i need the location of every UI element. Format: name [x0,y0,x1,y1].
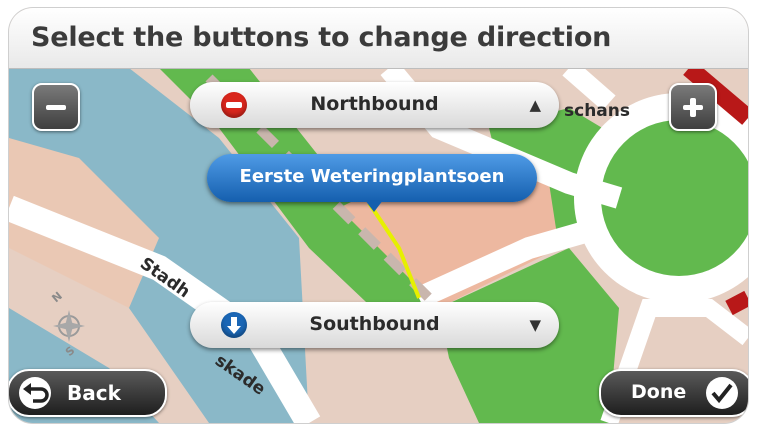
northbound-label: Northbound [310,93,439,115]
done-button[interactable]: Done [599,369,748,417]
arrow-down-icon: ▼ [529,316,541,334]
highway-edge [725,290,748,316]
map-view[interactable]: schans Stadh skade N S [9,8,748,423]
street-name-bubble: Eerste Weteringplantsoen [207,154,537,202]
zoom-out-button[interactable] [32,83,80,131]
done-label: Done [631,381,687,403]
page-title: Select the buttons to change direction [31,22,612,53]
back-label: Back [67,381,121,405]
navigation-screen: schans Stadh skade N S Select the button… [9,8,748,423]
header-bar: Select the buttons to change direction [9,8,748,69]
back-arrow-icon [19,377,51,409]
back-button[interactable]: Back [9,369,167,417]
southbound-button[interactable]: Southbound ▼ [190,302,559,348]
northbound-button[interactable]: Northbound ▲ [190,82,559,128]
zoom-in-button[interactable] [669,83,717,131]
checkmark-icon [706,377,738,409]
street-name-label: Eerste Weteringplantsoen [239,166,505,187]
device-frame: schans Stadh skade N S Select the button… [0,0,757,431]
arrow-up-icon: ▲ [529,96,541,114]
southbound-label: Southbound [309,313,440,335]
map-label-schans: schans [564,101,630,121]
street-bubble-pointer [365,200,383,212]
